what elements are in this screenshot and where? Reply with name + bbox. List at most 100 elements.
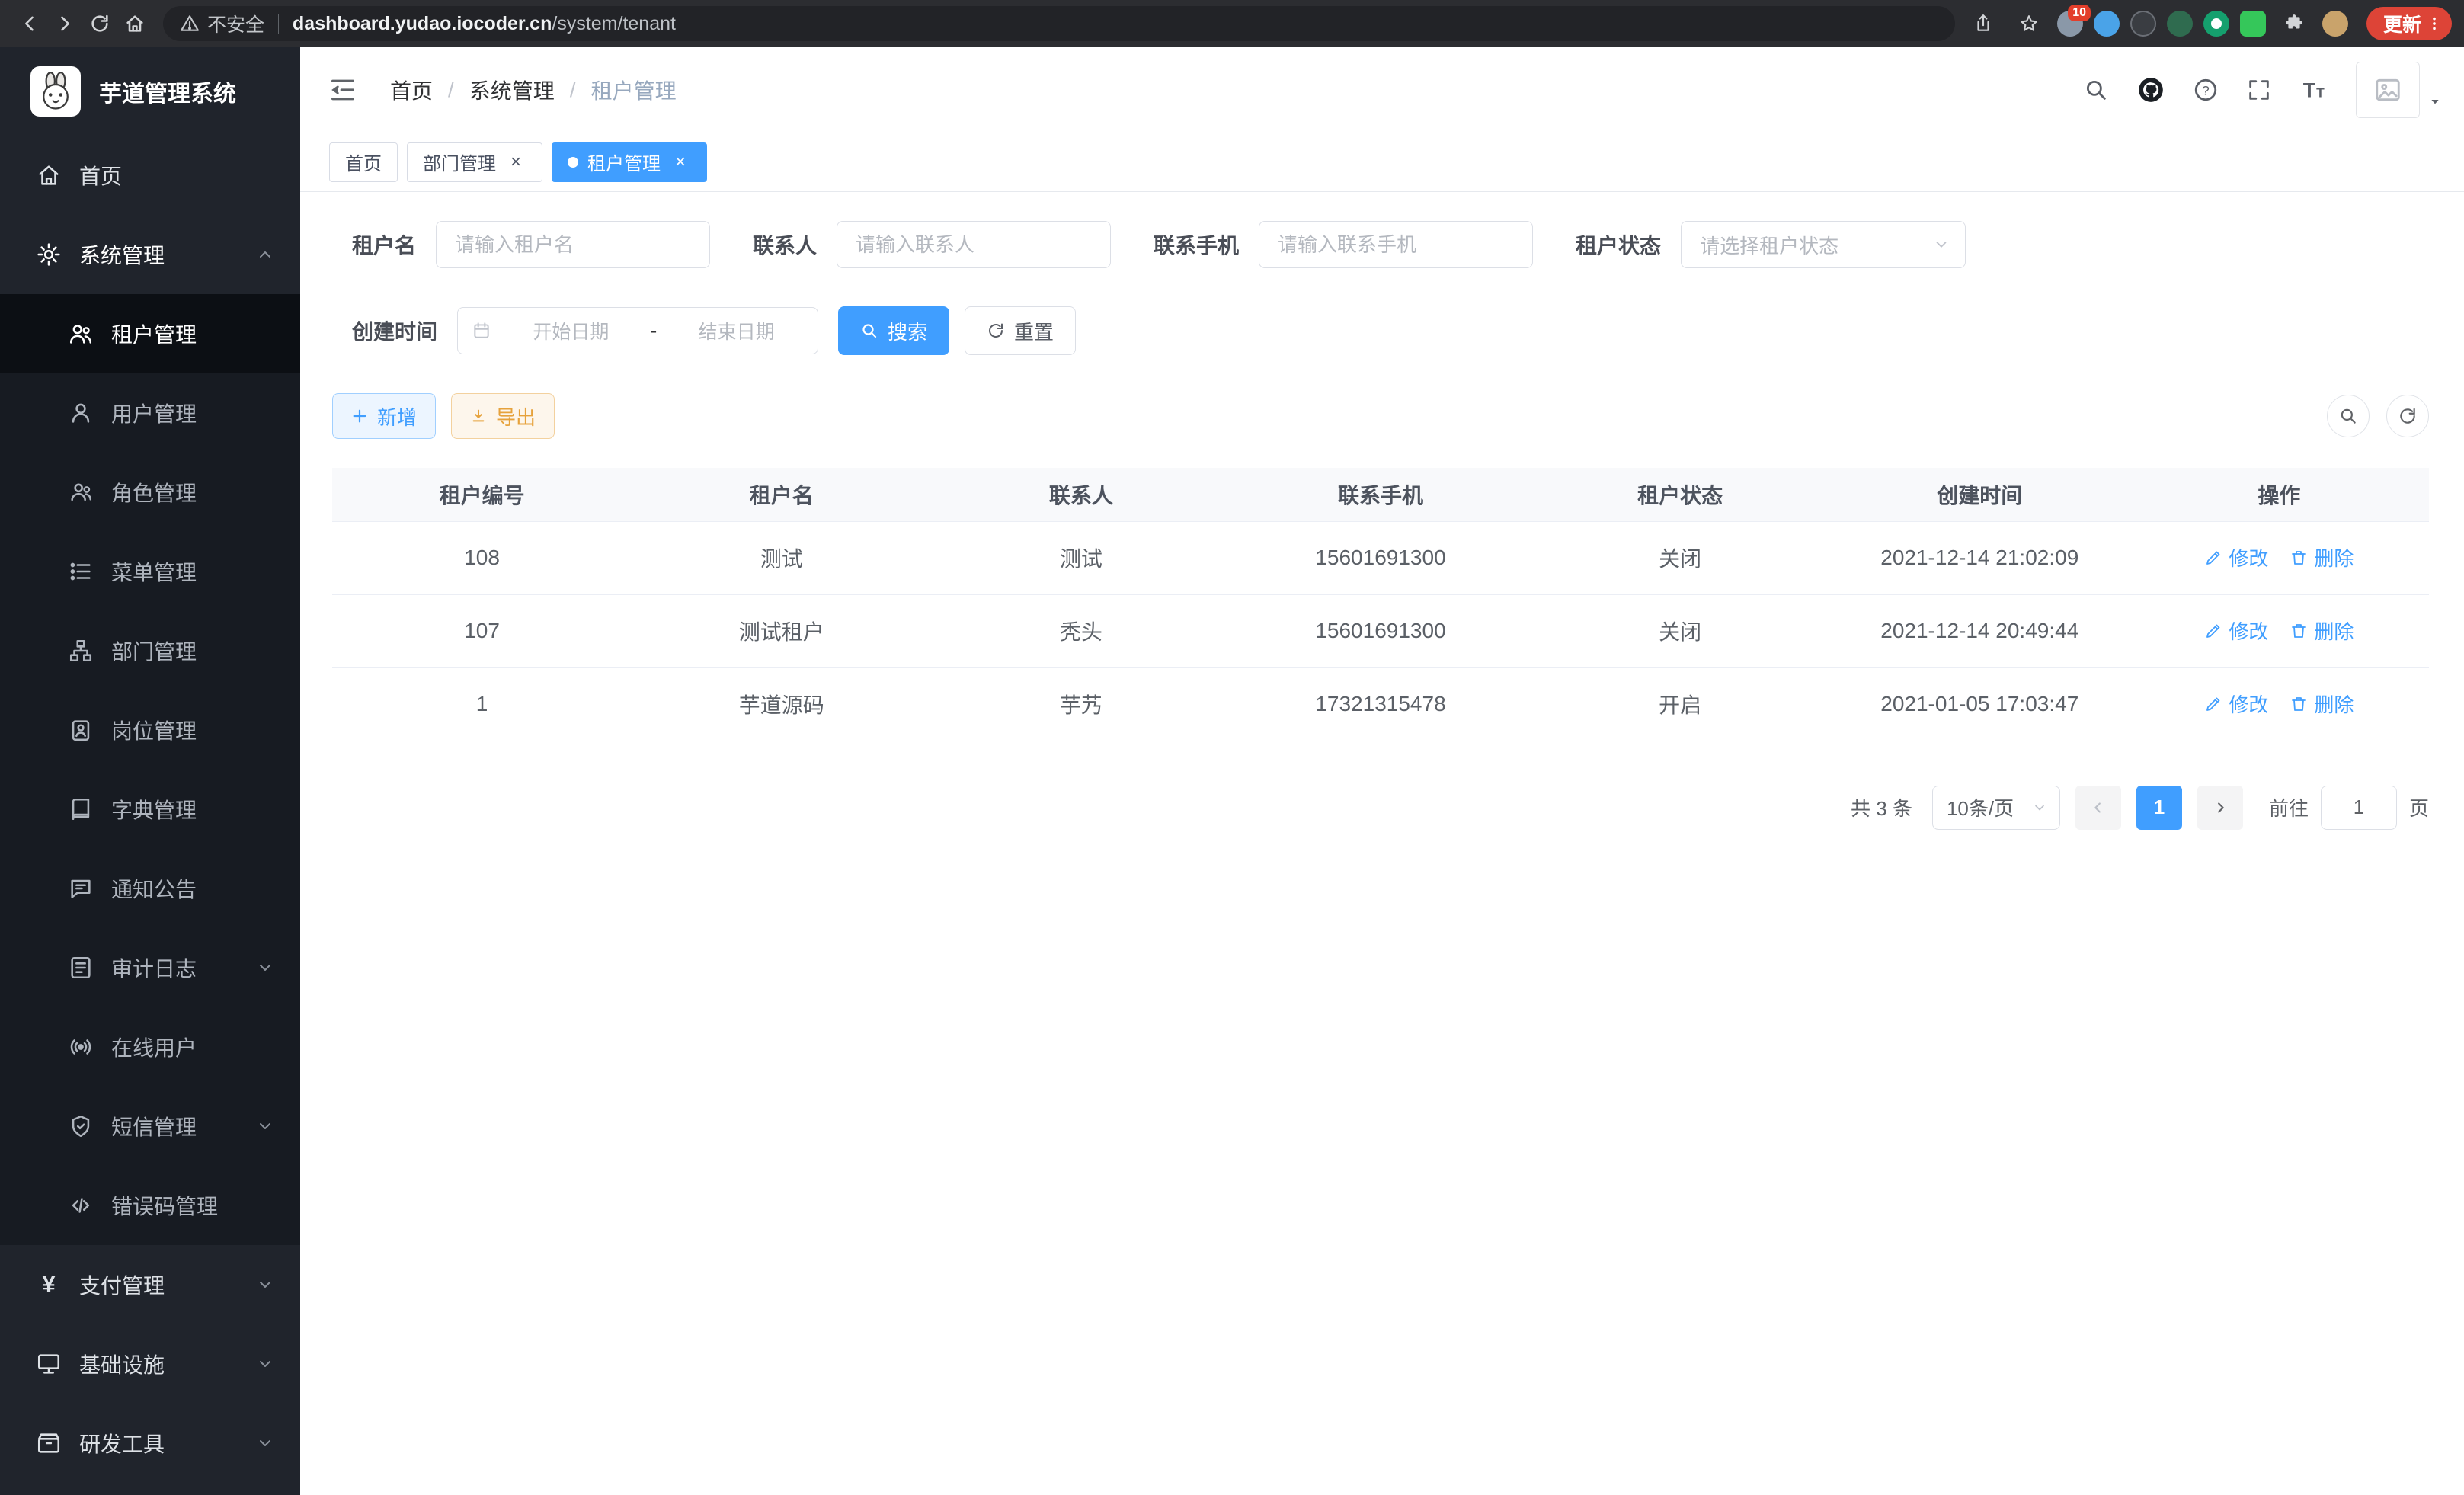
- tab-home[interactable]: 首页: [329, 142, 398, 182]
- extension-icon-blue[interactable]: [2094, 11, 2120, 37]
- cell-tenant-id: 108: [332, 521, 632, 594]
- toggle-search-button[interactable]: [2327, 395, 2370, 437]
- delete-button[interactable]: 删除: [2290, 543, 2354, 571]
- sidebar-item-home[interactable]: 首页: [0, 136, 300, 215]
- sidebar-item-pay[interactable]: ¥ 支付管理: [0, 1245, 300, 1324]
- browser-reload-button[interactable]: [82, 6, 117, 41]
- shield-icon: [67, 1113, 94, 1139]
- avatar-caret-icon[interactable]: [2429, 95, 2441, 107]
- select-placeholder: 请选择租户状态: [1700, 231, 1838, 259]
- export-button[interactable]: 导出: [451, 393, 555, 439]
- table-utility-buttons: [2327, 395, 2429, 437]
- profile-avatar-icon[interactable]: [2322, 11, 2348, 37]
- sidebar-item-audit-log[interactable]: 审计日志: [0, 928, 300, 1007]
- tab-tenant[interactable]: 租户管理 ×: [552, 142, 707, 182]
- edit-button[interactable]: 修改: [2204, 690, 2268, 718]
- trash-icon: [2290, 549, 2308, 567]
- mobile-input[interactable]: [1259, 221, 1533, 268]
- browser-update-button[interactable]: 更新: [2366, 7, 2452, 40]
- breadcrumb-home[interactable]: 首页: [390, 75, 433, 105]
- bookmark-button[interactable]: [2011, 6, 2046, 41]
- browser-forward-button[interactable]: [47, 6, 82, 41]
- cell-created: 2021-01-05 17:03:47: [1830, 667, 2130, 741]
- page-number-button[interactable]: 1: [2136, 786, 2182, 830]
- sidebar-item-label: 短信管理: [111, 1111, 239, 1141]
- fullscreen-button[interactable]: [2246, 77, 2272, 103]
- sidebar-item-system[interactable]: 系统管理: [0, 215, 300, 294]
- table-row: 1 芋道源码 芋艿 17321315478 开启 2021-01-05 17:0…: [332, 667, 2429, 741]
- breadcrumb-system[interactable]: 系统管理: [469, 75, 555, 105]
- browser-home-button[interactable]: [117, 6, 152, 41]
- sidebar: 芋道管理系统 首页 系统管理 租户管理: [0, 47, 300, 1495]
- filter-label: 租户名: [352, 229, 416, 260]
- extension-icon-green-square[interactable]: [2240, 11, 2266, 37]
- help-button[interactable]: ?: [2193, 77, 2219, 103]
- status-select[interactable]: 请选择租户状态: [1681, 221, 1966, 268]
- tenant-name-input[interactable]: [436, 221, 710, 268]
- browser-back-button[interactable]: [12, 6, 47, 41]
- page-size-select[interactable]: 10条/页: [1932, 786, 2060, 830]
- edit-button[interactable]: 修改: [2204, 616, 2268, 645]
- extensions-puzzle-button[interactable]: [2277, 6, 2312, 41]
- filter-label: 联系人: [753, 229, 817, 260]
- delete-button[interactable]: 删除: [2290, 616, 2354, 645]
- kebab-menu-icon: [2426, 15, 2443, 32]
- sidebar-item-dept[interactable]: 部门管理: [0, 611, 300, 690]
- search-button[interactable]: 搜索: [838, 306, 949, 355]
- user-avatar[interactable]: [2356, 62, 2420, 118]
- extension-icon-darkgreen[interactable]: [2167, 11, 2193, 37]
- font-size-button[interactable]: TT: [2299, 75, 2328, 104]
- sidebar-item-post[interactable]: 岗位管理: [0, 690, 300, 770]
- table-toolbar: 新增 导出: [332, 393, 2429, 439]
- security-label: 不安全: [207, 10, 264, 37]
- sidebar-item-menu[interactable]: 菜单管理: [0, 532, 300, 611]
- sidebar-fold-button[interactable]: [328, 75, 358, 105]
- refresh-table-button[interactable]: [2386, 395, 2429, 437]
- add-button[interactable]: 新增: [332, 393, 436, 439]
- extension-icon-green-dot[interactable]: [2203, 11, 2229, 37]
- share-button[interactable]: [1966, 6, 2001, 41]
- date-range-picker[interactable]: 开始日期 - 结束日期: [457, 307, 818, 354]
- arrow-left-icon: [19, 13, 40, 34]
- reset-button[interactable]: 重置: [965, 306, 1076, 355]
- sidebar-item-label: 支付管理: [79, 1269, 239, 1300]
- cell-status: 开启: [1531, 667, 1830, 741]
- sidebar-item-devtool[interactable]: 研发工具: [0, 1404, 300, 1483]
- book-icon: [67, 796, 94, 822]
- sidebar-item-online-user[interactable]: 在线用户: [0, 1007, 300, 1087]
- sidebar-item-sms[interactable]: 短信管理: [0, 1087, 300, 1166]
- sidebar-item-tenant[interactable]: 租户管理: [0, 294, 300, 373]
- sidebar-item-user[interactable]: 用户管理: [0, 373, 300, 453]
- tenant-table: 租户编号 租户名 联系人 联系手机 租户状态 创建时间 操作 108 测试: [332, 468, 2429, 741]
- sidebar-item-notice[interactable]: 通知公告: [0, 849, 300, 928]
- sidebar-item-infra[interactable]: 基础设施: [0, 1324, 300, 1404]
- goto-page-input[interactable]: [2321, 786, 2397, 830]
- next-page-button[interactable]: [2197, 786, 2243, 830]
- prev-page-button[interactable]: [2075, 786, 2121, 830]
- filter-status: 租户状态 请选择租户状态: [1576, 221, 1966, 268]
- github-link[interactable]: [2136, 75, 2165, 104]
- app-logo-row[interactable]: 芋道管理系统: [0, 47, 300, 136]
- tab-close-icon[interactable]: ×: [505, 152, 526, 173]
- security-chip[interactable]: 不安全: [180, 10, 264, 37]
- address-bar[interactable]: 不安全 dashboard.yudao.iocoder.cn /system/t…: [163, 6, 1955, 41]
- contact-input[interactable]: [837, 221, 1111, 268]
- tab-dept[interactable]: 部门管理 ×: [407, 142, 542, 182]
- omnibox-divider: [278, 14, 279, 34]
- sidebar-item-label: 部门管理: [111, 635, 274, 666]
- extension-icon-badged[interactable]: 10: [2057, 11, 2083, 37]
- extension-icon-dark[interactable]: [2130, 11, 2156, 37]
- column-header: 租户编号: [332, 468, 632, 521]
- delete-button[interactable]: 删除: [2290, 690, 2354, 718]
- cell-contact: 芋艿: [931, 667, 1230, 741]
- github-icon: [2136, 75, 2165, 104]
- cell-operations: 修改 删除: [2130, 521, 2429, 594]
- sidebar-item-error-code[interactable]: 错误码管理: [0, 1166, 300, 1245]
- tab-close-icon[interactable]: ×: [670, 152, 691, 173]
- cell-tenant-name: 测试租户: [632, 594, 931, 667]
- sidebar-item-role[interactable]: 角色管理: [0, 453, 300, 532]
- header-search-button[interactable]: [2083, 77, 2109, 103]
- sidebar-item-dict[interactable]: 字典管理: [0, 770, 300, 849]
- edit-button[interactable]: 修改: [2204, 543, 2268, 571]
- yen-icon: ¥: [35, 1272, 62, 1298]
